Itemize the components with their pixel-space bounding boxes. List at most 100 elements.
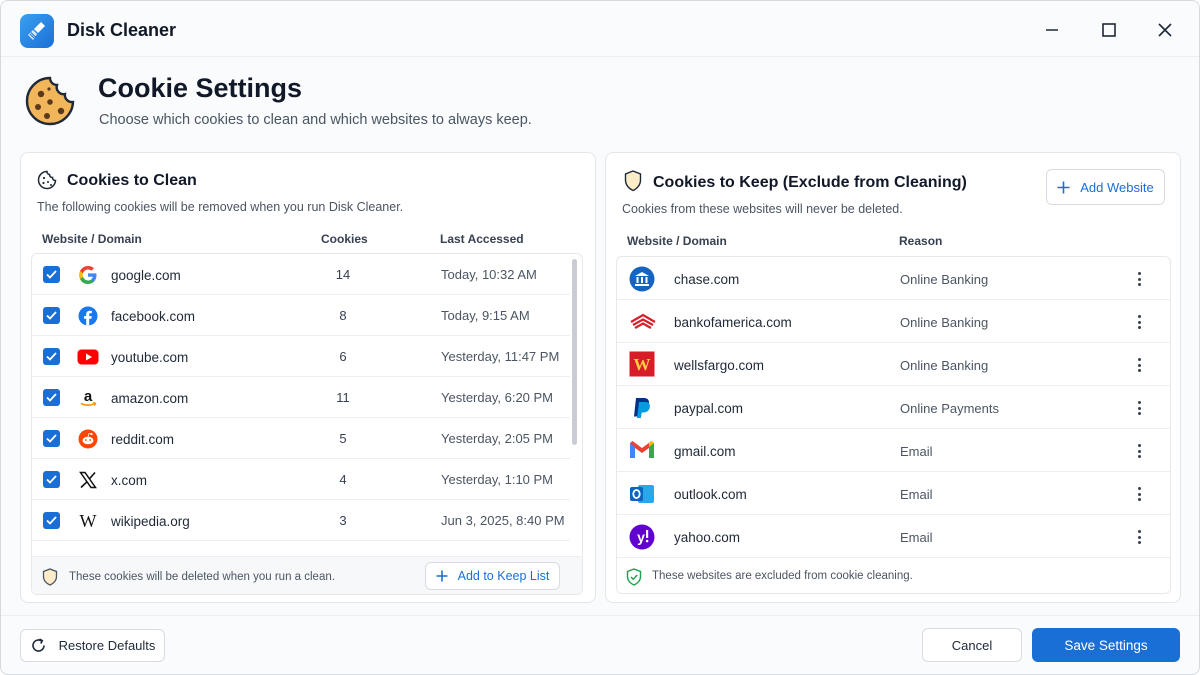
broom-icon bbox=[20, 14, 54, 48]
row-domain: facebook.com bbox=[111, 309, 196, 324]
clean-panel-description: The following cookies will be removed wh… bbox=[37, 200, 404, 214]
row-checkbox[interactable] bbox=[43, 348, 60, 365]
more-options-icon[interactable] bbox=[1132, 269, 1146, 289]
bankofamerica-icon bbox=[629, 309, 657, 335]
row-checkbox[interactable] bbox=[43, 471, 60, 488]
table-row[interactable]: facebook.com 8 Today, 9:15 AM bbox=[32, 295, 570, 336]
row-cookie-count: 4 bbox=[339, 472, 347, 487]
table-row[interactable]: google.com 14 Today, 10:32 AM bbox=[32, 254, 570, 295]
more-options-icon[interactable] bbox=[1132, 527, 1146, 547]
google-icon bbox=[77, 264, 99, 286]
app-title: Disk Cleaner bbox=[67, 20, 177, 40]
reddit-icon bbox=[77, 428, 99, 450]
app-window: Disk Cleaner Cookie Settings Choose whic… bbox=[0, 0, 1200, 675]
save-settings-label: Save Settings bbox=[1064, 637, 1148, 653]
row-domain: x.com bbox=[111, 473, 148, 488]
column-header-domain: Website / Domain bbox=[627, 234, 727, 248]
paypal-icon bbox=[631, 396, 653, 420]
shield-icon bbox=[624, 170, 642, 197]
row-last-accessed: Today, 10:32 AM bbox=[441, 267, 537, 282]
row-domain: chase.com bbox=[674, 272, 740, 287]
close-button[interactable] bbox=[1150, 15, 1180, 45]
restore-defaults-button[interactable]: Restore Defaults bbox=[20, 629, 165, 662]
add-website-label: Add Website bbox=[1080, 179, 1154, 195]
page-title: Cookie Settings bbox=[98, 73, 303, 103]
table-row[interactable]: a amazon.com 11 Yesterday, 6:20 PM bbox=[32, 377, 570, 418]
table-row[interactable]: reddit.com 5 Yesterday, 2:05 PM bbox=[32, 418, 570, 459]
wellsfargo-icon: W bbox=[629, 351, 655, 377]
plus-icon bbox=[1057, 181, 1070, 194]
table-row[interactable]: youtube.com 6 Yesterday, 11:47 PM bbox=[32, 336, 570, 377]
shield-check-icon bbox=[626, 568, 642, 591]
maximize-button[interactable] bbox=[1094, 15, 1124, 45]
table-row[interactable]: W wikipedia.org 3 Jun 3, 2025, 8:40 PM bbox=[32, 500, 570, 541]
table-row[interactable]: y yahoo.com Email bbox=[617, 515, 1170, 558]
more-options-icon[interactable] bbox=[1132, 312, 1146, 332]
row-checkbox[interactable] bbox=[43, 389, 60, 406]
table-row[interactable]: x.com 4 Yesterday, 1:10 PM bbox=[32, 459, 570, 500]
x-icon bbox=[77, 469, 99, 491]
svg-text:W: W bbox=[634, 355, 651, 374]
chase-icon bbox=[629, 266, 655, 292]
table-row[interactable]: chase.com Online Banking bbox=[617, 257, 1170, 300]
facebook-icon bbox=[77, 305, 99, 327]
table-row[interactable]: W wellsfargo.com Online Banking bbox=[617, 343, 1170, 386]
table-row[interactable]: gmail.com Email bbox=[617, 429, 1170, 472]
cookies-to-keep-panel: Cookies to Keep (Exclude from Cleaning) … bbox=[605, 152, 1181, 603]
svg-text:W: W bbox=[80, 512, 97, 530]
refresh-icon bbox=[30, 637, 47, 654]
row-last-accessed: Yesterday, 6:20 PM bbox=[441, 390, 554, 405]
column-header-reason: Reason bbox=[899, 234, 943, 248]
clean-list-scrollbar[interactable] bbox=[572, 259, 577, 445]
row-cookie-count: 8 bbox=[339, 308, 347, 323]
row-domain: yahoo.com bbox=[674, 530, 741, 545]
row-reason: Online Banking bbox=[900, 315, 989, 330]
row-checkbox[interactable] bbox=[43, 512, 60, 529]
youtube-icon bbox=[77, 346, 99, 368]
table-row[interactable]: outlook.com Email bbox=[617, 472, 1170, 515]
table-row[interactable]: paypal.com Online Payments bbox=[617, 386, 1170, 429]
svg-text:a: a bbox=[84, 388, 93, 405]
row-last-accessed: Yesterday, 11:47 PM bbox=[441, 349, 560, 364]
more-options-icon[interactable] bbox=[1132, 355, 1146, 375]
row-domain: gmail.com bbox=[674, 444, 736, 459]
table-row[interactable]: bankofamerica.com Online Banking bbox=[617, 300, 1170, 343]
keep-list-footer: These websites are excluded from cookie … bbox=[617, 558, 1170, 593]
keep-list: chase.com Online Banking bankofamerica.c… bbox=[616, 256, 1171, 594]
page-subtitle: Choose which cookies to clean and which … bbox=[99, 112, 532, 128]
cancel-button[interactable]: Cancel bbox=[922, 628, 1022, 662]
save-settings-button[interactable]: Save Settings bbox=[1032, 628, 1180, 662]
column-header-cookies: Cookies bbox=[321, 232, 368, 246]
row-checkbox[interactable] bbox=[43, 430, 60, 447]
svg-text:y: y bbox=[637, 529, 645, 545]
row-last-accessed: Yesterday, 2:05 PM bbox=[441, 431, 554, 446]
row-last-accessed: Yesterday, 1:10 PM bbox=[441, 472, 554, 487]
row-cookie-count: 14 bbox=[335, 267, 351, 282]
add-website-button[interactable]: Add Website bbox=[1046, 169, 1165, 205]
row-reason: Online Banking bbox=[900, 358, 989, 373]
row-domain: reddit.com bbox=[111, 432, 175, 447]
row-cookie-count: 6 bbox=[339, 349, 347, 364]
outlook-icon bbox=[629, 482, 655, 506]
cookie-outline-icon bbox=[37, 170, 57, 195]
add-to-keep-list-button[interactable]: Add to Keep List bbox=[425, 562, 560, 590]
keep-footer-note: These websites are excluded from cookie … bbox=[652, 570, 913, 582]
wikipedia-icon: W bbox=[77, 510, 99, 532]
row-domain: amazon.com bbox=[111, 391, 189, 406]
plus-icon bbox=[436, 570, 448, 582]
row-domain: outlook.com bbox=[674, 487, 747, 502]
more-options-icon[interactable] bbox=[1132, 441, 1146, 461]
row-reason: Online Payments bbox=[900, 401, 999, 416]
clean-footer-note: These cookies will be deleted when you r… bbox=[69, 571, 335, 583]
row-cookie-count: 11 bbox=[336, 390, 350, 405]
row-checkbox[interactable] bbox=[43, 266, 60, 283]
add-to-keep-list-label: Add to Keep List bbox=[457, 569, 550, 583]
more-options-icon[interactable] bbox=[1132, 398, 1146, 418]
clean-list-footer: These cookies will be deleted when you r… bbox=[32, 556, 582, 594]
row-reason: Email bbox=[900, 487, 933, 502]
row-reason: Online Banking bbox=[900, 272, 989, 287]
more-options-icon[interactable] bbox=[1132, 484, 1146, 504]
row-checkbox[interactable] bbox=[43, 307, 60, 324]
minimize-button[interactable] bbox=[1037, 15, 1067, 45]
column-header-domain: Website / Domain bbox=[42, 232, 142, 246]
